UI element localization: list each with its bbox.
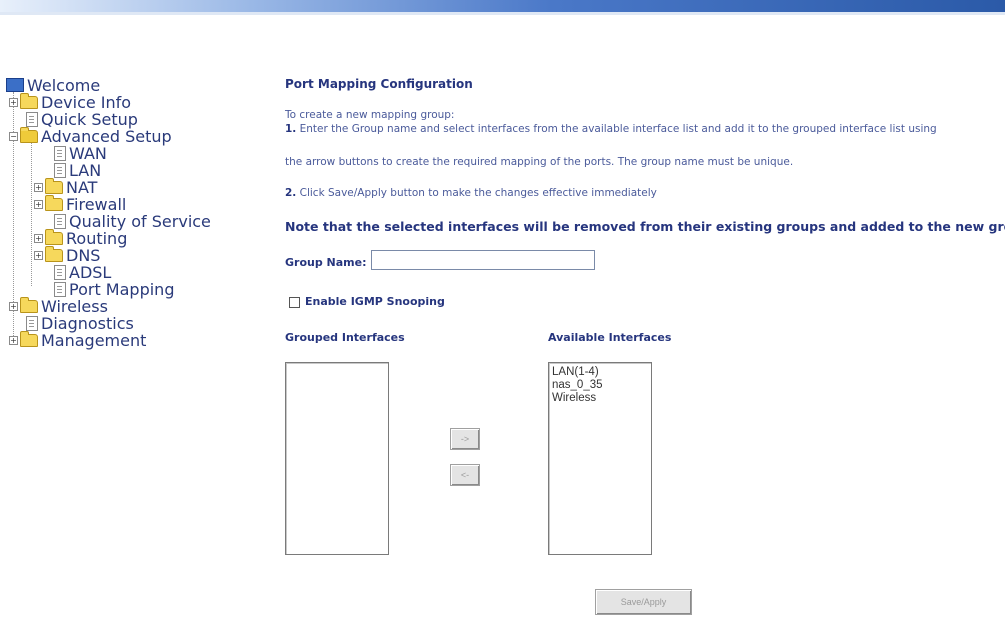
list-item[interactable]: nas_0_35	[549, 379, 651, 392]
sidebar-item-quick-setup[interactable]: Quick Setup	[26, 110, 138, 129]
expand-icon[interactable]: +	[34, 182, 43, 192]
save-apply-button[interactable]: Save/Apply	[595, 589, 692, 615]
available-interfaces-list[interactable]: LAN(1-4) nas_0_35 Wireless	[548, 362, 652, 555]
open-folder-icon	[20, 126, 38, 143]
page-icon	[54, 281, 66, 297]
folder-icon	[20, 296, 38, 313]
page-icon	[26, 111, 38, 127]
sidebar-item-firewall[interactable]: + Firewall	[34, 194, 126, 214]
page-title: Port Mapping Configuration	[285, 77, 473, 91]
folder-icon	[20, 92, 38, 109]
folder-icon	[45, 245, 63, 262]
page-icon	[54, 213, 66, 229]
sidebar-item-adsl[interactable]: ADSL	[54, 263, 111, 282]
intro-text: To create a new mapping group:	[285, 109, 455, 121]
expand-icon[interactable]: +	[34, 250, 43, 260]
tree-line	[31, 143, 32, 286]
folder-icon	[45, 228, 63, 245]
sidebar-item-device-info[interactable]: + Device Info	[9, 92, 131, 112]
grouped-interfaces-label: Grouped Interfaces	[285, 331, 405, 344]
sidebar-item-nat[interactable]: + NAT	[34, 177, 97, 197]
page-icon	[54, 162, 66, 178]
sidebar-item-port-mapping[interactable]: Port Mapping	[54, 280, 174, 299]
sidebar-item-routing[interactable]: + Routing	[34, 228, 127, 248]
group-name-label: Group Name:	[285, 256, 367, 269]
step-1-body: Enter the Group name and select interfac…	[299, 123, 937, 135]
sidebar-item-management[interactable]: + Management	[9, 330, 147, 350]
folder-icon	[45, 177, 63, 194]
computer-icon	[6, 78, 24, 92]
note-text: Note that the selected interfaces will b…	[285, 219, 1005, 234]
step-number: 1.	[285, 123, 297, 135]
sidebar-item-lan[interactable]: LAN	[54, 161, 101, 180]
sidebar-item-diagnostics[interactable]: Diagnostics	[26, 314, 134, 333]
page-icon	[54, 145, 66, 161]
igmp-snooping-label: Enable IGMP Snooping	[305, 295, 445, 308]
grouped-interfaces-list[interactable]	[285, 362, 389, 555]
top-banner-shadow	[0, 12, 1005, 15]
expand-icon[interactable]: +	[9, 97, 18, 107]
igmp-snooping-checkbox[interactable]	[289, 297, 300, 308]
expand-icon[interactable]: +	[9, 335, 18, 345]
folder-icon	[20, 330, 38, 347]
add-interface-button[interactable]: ->	[450, 428, 480, 450]
available-interfaces-label: Available Interfaces	[548, 331, 672, 344]
step-number: 2.	[285, 187, 297, 199]
sidebar-item-wan[interactable]: WAN	[54, 144, 107, 163]
folder-icon	[45, 194, 63, 211]
sidebar-item-welcome[interactable]: Welcome	[6, 76, 100, 95]
expand-icon[interactable]: +	[9, 301, 18, 311]
collapse-icon[interactable]: −	[9, 131, 18, 141]
sidebar-item-wireless[interactable]: + Wireless	[9, 296, 108, 316]
step-1-text: 1. Enter the Group name and select inter…	[285, 123, 937, 135]
top-banner	[0, 0, 1005, 12]
expand-icon[interactable]: +	[34, 199, 43, 209]
sidebar-item-quality-of-service[interactable]: Quality of Service	[54, 212, 211, 231]
step-1-continued-text: the arrow buttons to create the required…	[285, 156, 794, 168]
page-icon	[54, 264, 66, 280]
sidebar-item-dns[interactable]: + DNS	[34, 245, 100, 265]
remove-interface-button[interactable]: <-	[450, 464, 480, 486]
expand-icon[interactable]: +	[34, 233, 43, 243]
list-item[interactable]: Wireless	[549, 392, 651, 405]
sidebar-item-label: Management	[41, 330, 147, 350]
sidebar-item-advanced-setup[interactable]: − Advanced Setup	[9, 126, 172, 146]
group-name-input[interactable]	[371, 250, 595, 270]
step-2-body: Click Save/Apply button to make the chan…	[299, 187, 657, 199]
step-2-text: 2. Click Save/Apply button to make the c…	[285, 187, 657, 199]
page-icon	[26, 315, 38, 331]
list-item[interactable]: LAN(1-4)	[549, 366, 651, 379]
